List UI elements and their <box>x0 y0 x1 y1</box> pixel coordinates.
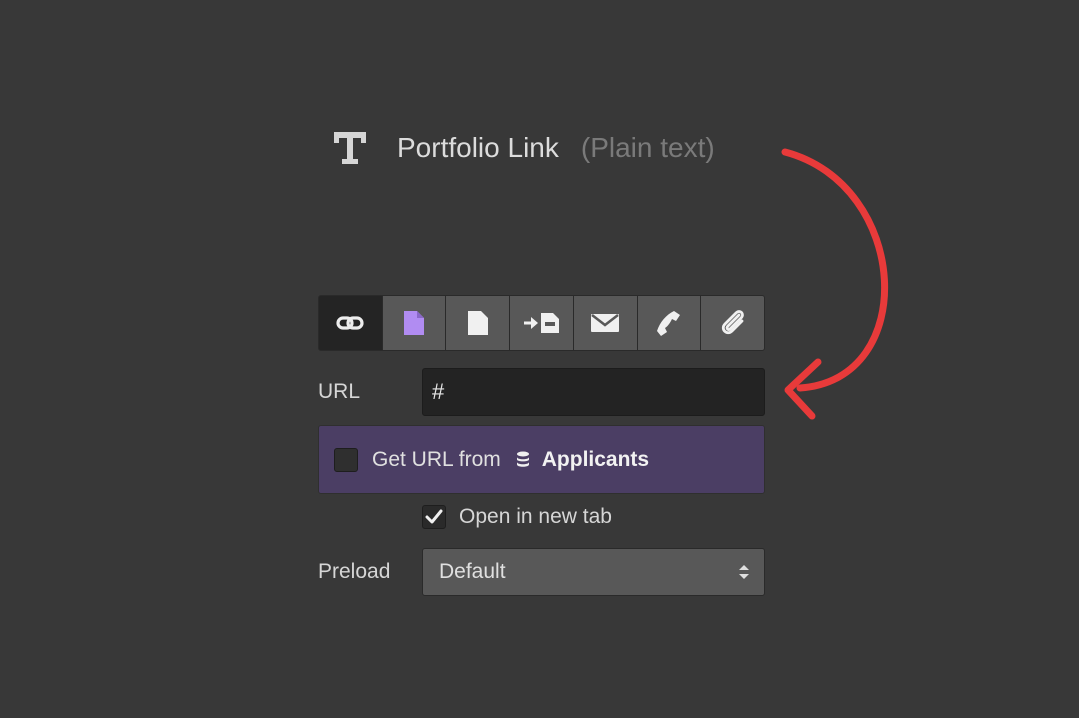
url-input[interactable]: # <box>422 368 765 416</box>
database-icon <box>516 450 532 470</box>
tab-email-link[interactable] <box>573 296 637 350</box>
new-tab-row: Open in new tab <box>318 502 765 532</box>
checkmark-icon <box>425 509 443 524</box>
new-tab-label[interactable]: Open in new tab <box>459 505 612 529</box>
link-icon <box>336 316 364 330</box>
binding-checkbox[interactable] <box>334 447 358 472</box>
tab-attachment-link[interactable] <box>701 296 764 350</box>
select-arrows-icon <box>739 565 749 579</box>
tab-url-link[interactable] <box>319 296 382 350</box>
page-icon <box>404 311 425 335</box>
url-label: URL <box>318 380 361 403</box>
email-icon <box>591 314 620 332</box>
preload-value: Default <box>439 560 506 583</box>
phone-icon <box>656 311 680 336</box>
attachment-icon <box>721 310 744 335</box>
link-settings-panel: URL # Get URL from Applicants Open in ne… <box>318 295 765 596</box>
field-type: (Plain text) <box>580 132 715 163</box>
url-row: URL # <box>318 368 765 416</box>
tab-phone-link[interactable] <box>637 296 701 350</box>
text-type-icon <box>332 128 370 168</box>
section-jump-icon <box>523 313 559 333</box>
preload-label: Preload <box>318 560 391 583</box>
tab-file-link[interactable] <box>446 296 510 350</box>
preload-row: Preload Default <box>318 548 765 596</box>
annotation-arrow <box>781 148 888 420</box>
tab-section-link[interactable] <box>510 296 573 350</box>
file-icon <box>467 311 488 335</box>
field-name: Portfolio Link <box>397 132 559 163</box>
cms-binding[interactable]: Get URL from Applicants <box>318 425 765 494</box>
binding-source: Applicants <box>541 447 650 471</box>
link-type-tabs <box>318 295 765 351</box>
preload-select[interactable]: Default <box>422 548 765 596</box>
tab-page-link[interactable] <box>382 296 446 350</box>
field-header: Portfolio Link (Plain text) <box>332 124 715 172</box>
binding-text: Get URL from <box>372 447 501 471</box>
new-tab-checkbox[interactable] <box>422 505 446 529</box>
